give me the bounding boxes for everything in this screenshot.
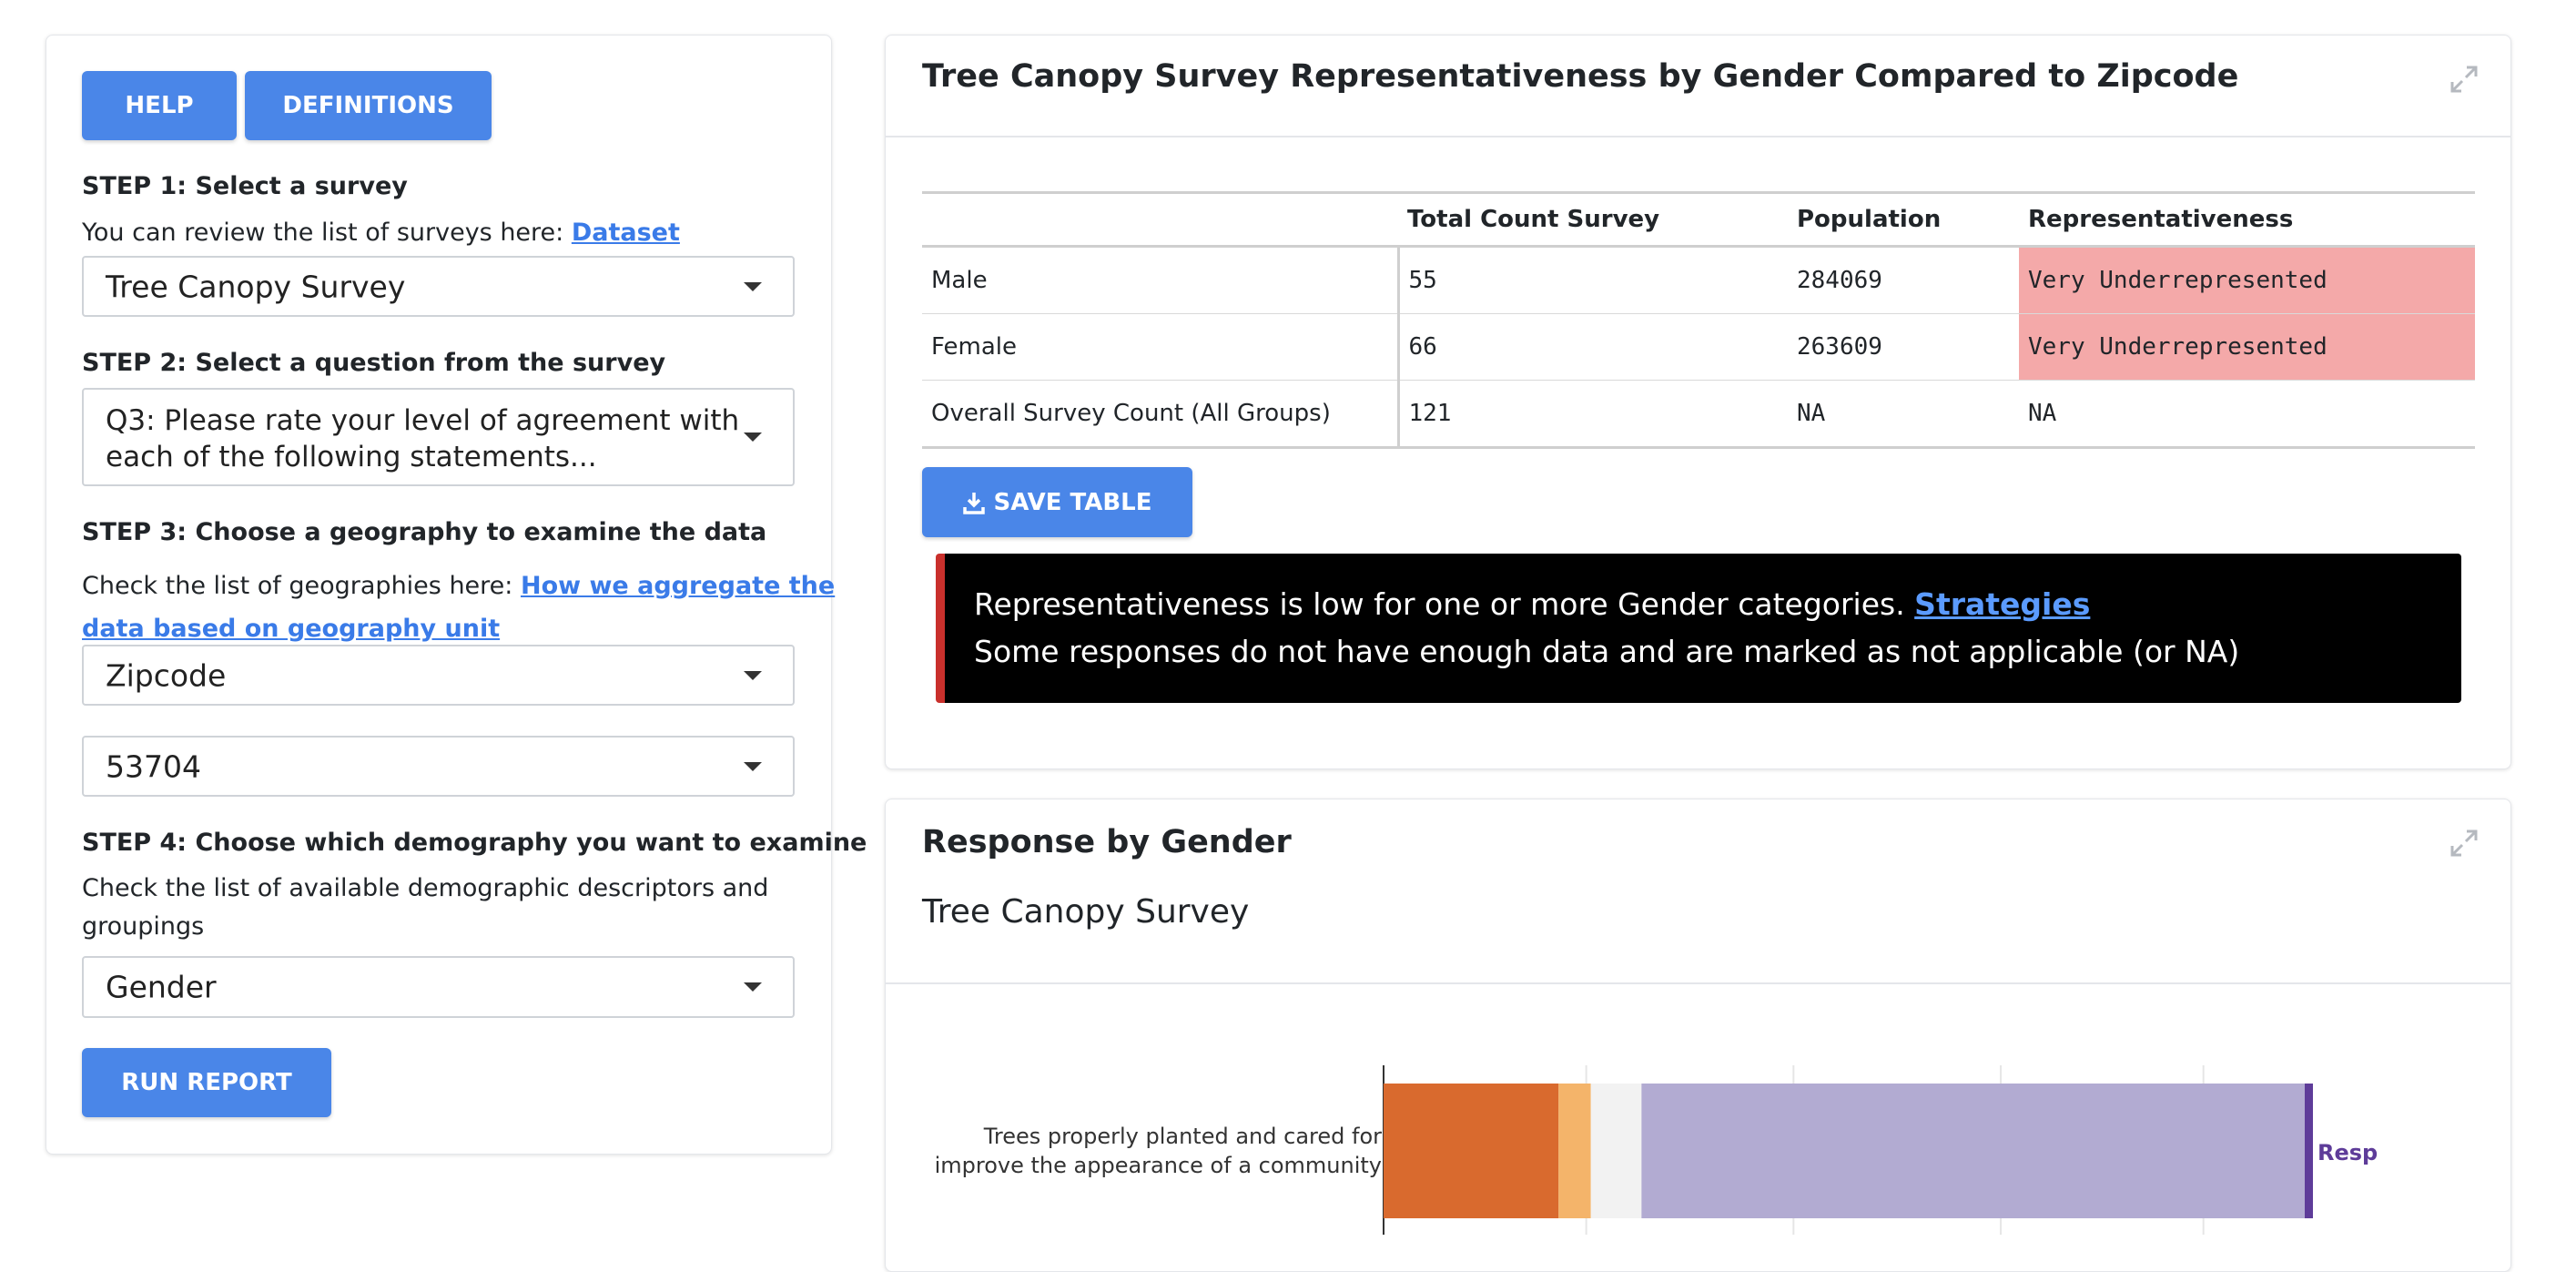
- dataset-link[interactable]: Dataset: [572, 219, 680, 247]
- question-line-1: Q3: Please rate your level of agreement …: [106, 404, 740, 437]
- question-select[interactable]: Q3: Please rate your level of agreement …: [82, 388, 795, 486]
- step4-text-line-2: groupings: [82, 912, 205, 941]
- expand-icon[interactable]: [2449, 828, 2480, 859]
- chart-bars: [1384, 1084, 2305, 1218]
- question-line-2: each of the following statements...: [106, 441, 597, 473]
- bar-segment-2: [1558, 1084, 1591, 1218]
- step1-text: You can review the list of surveys here:…: [82, 219, 680, 247]
- step4-title: STEP 4: Choose which demography you want…: [82, 829, 867, 857]
- step3-title: STEP 3: Choose a geography to examine th…: [82, 518, 767, 546]
- representativeness-table: Total Count Survey Population Representa…: [922, 191, 2475, 449]
- save-table-label: SAVE TABLE: [993, 488, 1152, 516]
- survey-select-value: Tree Canopy Survey: [106, 269, 406, 304]
- step3-hint: Check the list of geographies here:: [82, 572, 521, 600]
- demography-select[interactable]: Gender: [82, 956, 795, 1018]
- response-card-divider: [886, 982, 2510, 984]
- table-cell: 55: [1398, 246, 1788, 314]
- bar-segment-4: [1641, 1084, 2305, 1218]
- geography-select-value: Zipcode: [106, 657, 227, 693]
- table-card-divider: [886, 136, 2510, 137]
- definitions-button[interactable]: DEFINITIONS: [245, 71, 492, 140]
- geography-select[interactable]: Zipcode: [82, 645, 795, 706]
- bar-segment-3: [1590, 1084, 1642, 1218]
- table-cell: Male: [922, 246, 1400, 314]
- survey-select[interactable]: Tree Canopy Survey: [82, 256, 795, 317]
- table-cell: 284069: [1788, 246, 2019, 314]
- chevron-down-icon: [744, 432, 762, 442]
- aggregate-link[interactable]: How we aggregate the: [521, 572, 835, 600]
- table-cell: NA: [2019, 380, 2475, 448]
- chevron-down-icon: [744, 982, 762, 992]
- table-row: Male 55 284069 Very Underrepresented: [922, 246, 2475, 314]
- table-cell: Very Underrepresented: [2019, 313, 2475, 381]
- step3-text: Check the list of geographies here: How …: [82, 565, 835, 650]
- table-header-cell: Representativeness: [2028, 206, 2294, 233]
- table-header-row: Total Count Survey Population Representa…: [922, 192, 2475, 247]
- question-select-value: Q3: Please rate your level of agreement …: [106, 402, 739, 475]
- category-label-line-2: improve the appearance of a community: [935, 1153, 1382, 1178]
- bar-segment-1: [1384, 1084, 1559, 1218]
- response-card-subtitle: Tree Canopy Survey: [922, 893, 1250, 931]
- table-cell: Female: [922, 313, 1400, 381]
- table-card-title: Tree Canopy Survey Representativeness by…: [922, 58, 2239, 95]
- download-icon: [963, 492, 986, 514]
- category-label-line-1: Trees properly planted and cared for: [983, 1124, 1382, 1149]
- alert-line-1: Representativeness is low for one or mor…: [974, 586, 2090, 622]
- table-cell: 66: [1398, 313, 1788, 381]
- step1-title: STEP 1: Select a survey: [82, 172, 408, 200]
- help-button[interactable]: HELP: [82, 71, 237, 140]
- table-header-cell: [922, 193, 1398, 247]
- alert-text: Representativeness is low for one or mor…: [974, 586, 1915, 622]
- demography-select-value: Gender: [106, 969, 217, 1005]
- aggregate-link-cont[interactable]: data based on geography unit: [82, 615, 500, 643]
- step4-text-line-1: Check the list of available demographic …: [82, 874, 769, 902]
- response-chart: Trees properly planted and cared for imp…: [935, 1065, 2378, 1235]
- step1-hint: You can review the list of surveys here:: [82, 219, 572, 247]
- zipcode-select-value: 53704: [106, 748, 201, 784]
- response-card-title: Response by Gender: [922, 824, 1292, 860]
- table-cell: 263609: [1788, 313, 2019, 381]
- response-marker: [2305, 1084, 2313, 1218]
- step2-title: STEP 2: Select a question from the surve…: [82, 349, 666, 377]
- table-header-cell: Total Count Survey: [1407, 206, 1660, 233]
- chevron-down-icon: [744, 670, 762, 680]
- alert-box: Representativeness is low for one or mor…: [936, 554, 2461, 703]
- table-header-cell: Population: [1797, 206, 1942, 233]
- expand-icon[interactable]: [2449, 64, 2480, 95]
- table-cell: Very Underrepresented: [2019, 246, 2475, 314]
- zipcode-select[interactable]: 53704: [82, 736, 795, 797]
- table-row: Female 66 263609 Very Underrepresented: [922, 313, 2475, 381]
- table-cell: NA: [1788, 380, 2019, 448]
- step4-text: Check the list of available demographic …: [82, 870, 768, 946]
- alert-line-2: Some responses do not have enough data a…: [974, 634, 2240, 669]
- response-label: Resp: [2317, 1140, 2378, 1165]
- save-table-button[interactable]: SAVE TABLE: [922, 467, 1192, 537]
- table-row: Overall Survey Count (All Groups) 121 NA…: [922, 380, 2475, 448]
- table-cell: Overall Survey Count (All Groups): [922, 380, 1400, 448]
- table-cell: 121: [1398, 380, 1788, 448]
- strategies-link[interactable]: Strategies: [1914, 586, 2090, 622]
- chevron-down-icon: [744, 281, 762, 291]
- chevron-down-icon: [744, 761, 762, 771]
- run-report-button[interactable]: RUN REPORT: [82, 1048, 331, 1117]
